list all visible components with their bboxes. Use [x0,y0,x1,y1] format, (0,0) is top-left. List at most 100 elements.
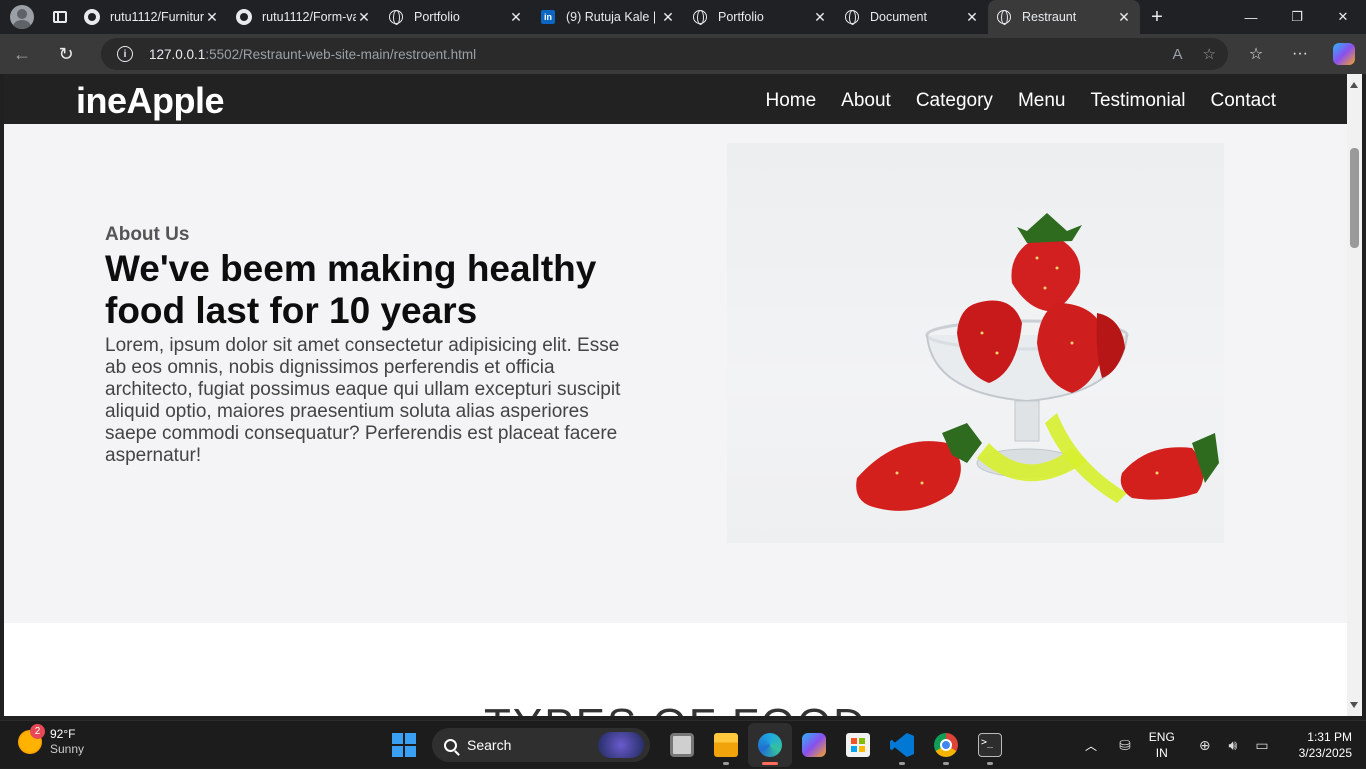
store-icon [846,733,870,757]
language-indicator[interactable]: ENG IN [1149,729,1175,761]
search-label: Search [467,737,512,753]
strawberries-image [727,143,1224,543]
tab-restraunt[interactable]: Restraunt ✕ [988,0,1140,34]
globe-icon [692,9,708,25]
tab-portfolio-2[interactable]: Portfolio ✕ [684,0,836,34]
tab-linkedin[interactable]: in (9) Rutuja Kale | LinkedIn ✕ [532,0,684,34]
tab-title: Restraunt [1022,10,1077,24]
tab-github-furniture[interactable]: rutu1112/Furniture ✕ [76,0,228,34]
site-logo[interactable]: ineApple [76,80,225,122]
tab-actions-icon [53,11,67,23]
terminal-icon: >_ [978,733,1002,757]
weather-temp: 92°F [50,727,76,741]
terminal-button[interactable]: >_ [968,723,1012,767]
minimize-icon[interactable]: — [1228,0,1274,34]
scrollbar-thumb[interactable] [1350,148,1359,248]
tab-close-icon[interactable]: ✕ [660,9,676,26]
github-icon [236,9,252,25]
tab-close-icon[interactable]: ✕ [964,9,980,26]
folder-icon [714,733,738,757]
favorites-icon[interactable]: ☆ [1234,44,1278,64]
chrome-button[interactable] [924,723,968,767]
search-highlight-icon [598,732,644,758]
sun-icon: 2 [18,724,45,754]
copilot-app-icon [802,733,826,757]
tab-close-icon[interactable]: ✕ [356,9,372,26]
nav-testimonial[interactable]: Testimonial [1090,90,1185,112]
task-view-button[interactable] [660,723,704,767]
tab-title: Document [870,10,927,24]
search-icon [444,738,457,752]
battery-icon[interactable]: ▭ [1255,737,1268,754]
site-nav-menu: Home About Category Menu Testimonial Con… [765,74,1276,128]
url-host: 127.0.0.1 [149,46,206,62]
tab-portfolio-1[interactable]: Portfolio ✕ [380,0,532,34]
notification-badge: 2 [30,724,45,739]
browser-tab-strip: rutu1112/Furniture ✕ rutu1112/Form-valid… [0,0,1366,34]
restore-icon[interactable]: ❐ [1274,0,1320,34]
tab-github-form[interactable]: rutu1112/Form-validation ✕ [228,0,380,34]
types-section: TYPES OF FOOD [4,623,1347,716]
tab-close-icon[interactable]: ✕ [204,9,220,26]
about-text: About Us We've beem making healthy food … [105,224,645,467]
scroll-down-icon[interactable] [1350,702,1358,708]
tab-close-icon[interactable]: ✕ [508,9,524,26]
tab-actions-button[interactable] [44,0,76,34]
nav-home[interactable]: Home [765,90,816,112]
favorite-star-icon[interactable]: ☆ [1203,45,1216,63]
tab-document[interactable]: Document ✕ [836,0,988,34]
back-icon[interactable]: ← [0,34,44,74]
about-body: Lorem, ipsum dolor sit amet consectetur … [105,335,621,466]
chrome-icon [934,733,958,757]
site-info-icon[interactable]: i [117,46,133,62]
tab-close-icon[interactable]: ✕ [812,9,828,26]
tab-title: Portfolio [718,10,764,24]
network-icon[interactable]: ⛁ [1119,737,1131,754]
tab-title: rutu1112/Form-validation [262,10,356,24]
start-icon[interactable] [392,733,416,757]
vscode-button[interactable] [880,723,924,767]
clock[interactable]: 1:31 PM 3/23/2025 [1299,729,1352,761]
clock-date: 3/23/2025 [1298,746,1352,760]
nav-contact[interactable]: Contact [1211,90,1276,112]
profile-button[interactable] [0,0,44,34]
nav-about[interactable]: About [841,90,891,112]
about-kicker: About Us [105,224,190,245]
file-explorer-button[interactable] [704,723,748,767]
task-view-icon [670,733,694,757]
copilot-icon[interactable] [1333,43,1355,65]
globe-icon [388,9,404,25]
refresh-icon[interactable]: ↻ [44,34,88,74]
system-tray: ︿ ⛁ ENG IN ⊕ 🔊︎ ▭ 1:31 PM 3/23/2025 [1085,721,1352,769]
globe-tray-icon[interactable]: ⊕ [1199,737,1211,754]
store-button[interactable] [836,723,880,767]
close-window-icon[interactable]: ✕ [1320,0,1366,34]
new-tab-button[interactable]: + [1140,6,1174,29]
about-heading: We've beem making healthy food last for … [105,248,597,331]
tab-close-icon[interactable]: ✕ [1116,9,1132,26]
linkedin-icon: in [540,9,556,25]
weather-condition: Sunny [50,742,85,756]
more-options-icon[interactable]: ··· [1278,45,1322,63]
edge-button[interactable] [748,723,792,767]
taskbar-search[interactable]: Search [432,728,650,762]
read-aloud-icon[interactable]: A [1173,46,1183,63]
volume-icon[interactable]: 🔊︎ [1229,737,1238,754]
about-section: About Us We've beem making healthy food … [4,124,1347,623]
weather-widget[interactable]: 2 92°F Sunny [18,724,85,757]
taskbar-apps: Search >_ [380,721,1012,769]
page-scrollbar[interactable] [1347,74,1362,716]
window-controls: — ❐ ✕ [1228,0,1366,34]
globe-icon [996,9,1012,25]
github-icon [84,9,100,25]
scroll-up-icon[interactable] [1350,82,1358,88]
show-hidden-icons-icon[interactable]: ︿ [1085,737,1097,754]
globe-icon [844,9,860,25]
copilot-taskbar-button[interactable] [792,723,836,767]
types-title: TYPES OF FOOD [4,700,1347,716]
nav-menu[interactable]: Menu [1018,90,1066,112]
nav-category[interactable]: Category [916,90,993,112]
edge-icon [758,733,782,757]
tab-title: rutu1112/Furniture [110,10,204,24]
address-bar[interactable]: i 127.0.0.1:5502/Restraunt-web-site-main… [101,38,1228,70]
